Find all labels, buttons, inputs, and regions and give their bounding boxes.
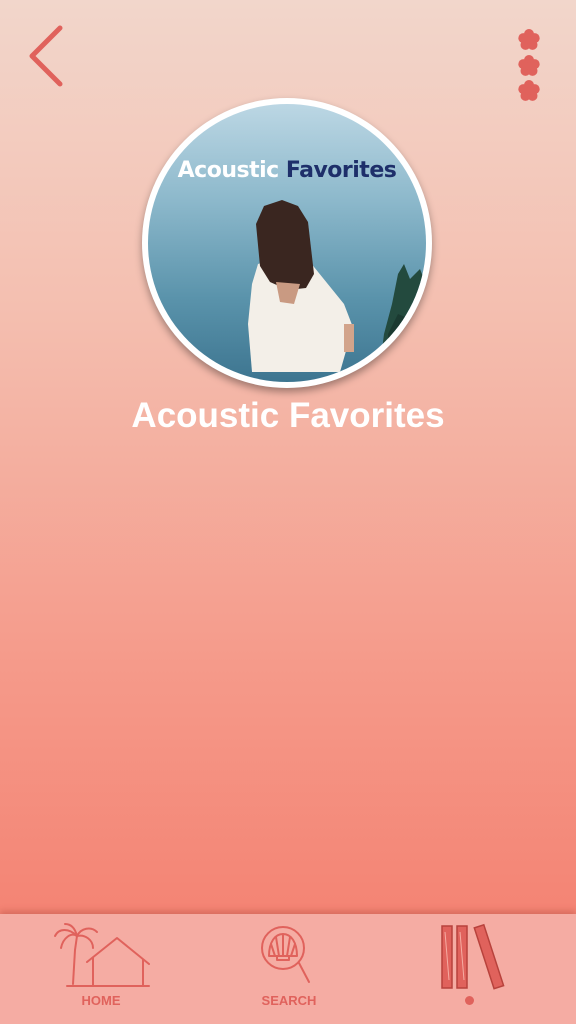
library-icon	[441, 923, 505, 990]
nav-library[interactable]	[400, 914, 540, 1024]
shell-magnifier-icon	[261, 926, 310, 983]
nav-home[interactable]: HOME	[31, 914, 171, 1024]
active-indicator-dot	[465, 996, 474, 1005]
cover-artwork	[148, 104, 426, 382]
bottom-nav: HOME SEARCH	[0, 914, 576, 1024]
cover-image: Acoustic Favorites	[148, 104, 426, 382]
nav-search-label: SEARCH	[261, 993, 317, 1008]
nav-home-label: HOME	[81, 993, 121, 1008]
nav-search[interactable]: SEARCH	[219, 914, 359, 1024]
playlist-cover[interactable]: Acoustic Favorites	[142, 98, 432, 388]
more-options-button[interactable]	[510, 26, 548, 106]
back-button[interactable]	[22, 22, 72, 92]
cover-title-word2: Favorites	[285, 158, 397, 183]
palm-house-icon	[54, 923, 150, 987]
cover-title: Acoustic Favorites	[148, 158, 426, 183]
top-bar	[0, 0, 576, 101]
chevron-left-icon	[29, 25, 63, 87]
cover-title-word1: Acoustic	[177, 158, 280, 183]
flower-dots-icon	[518, 29, 540, 101]
playlist-title: Acoustic Favorites	[131, 396, 445, 435]
